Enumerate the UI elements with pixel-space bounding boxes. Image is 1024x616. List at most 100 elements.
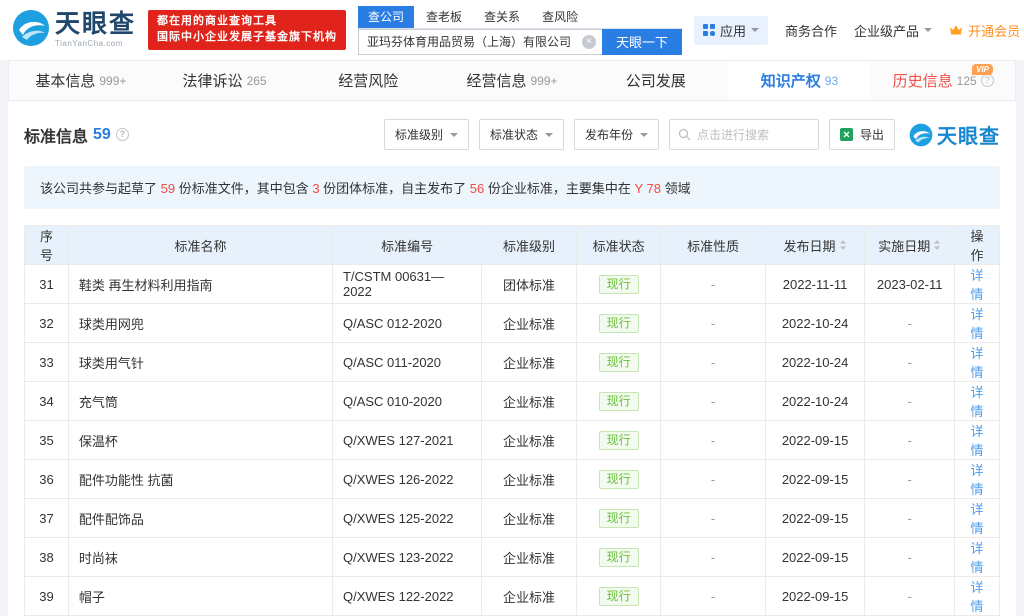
grid-icon <box>703 24 715 36</box>
tab-label: 基本信息 <box>35 70 95 91</box>
sort-icon <box>839 239 847 251</box>
table-row: 33球类用气针Q/ASC 011-2020企业标准现行-2022-10-24-详… <box>25 343 1000 382</box>
tab-经营风险[interactable]: 经营风险 <box>296 61 440 100</box>
tab-知识产权[interactable]: 知识产权93 <box>728 61 872 100</box>
promo-line1: 都在用的商业查询工具 <box>157 14 337 30</box>
status-badge: 现行 <box>599 509 639 528</box>
chevron-down-icon <box>640 133 648 141</box>
tianyancha-logo[interactable]: 天眼查 TianYanCha.com <box>12 9 136 52</box>
cell-no: 36 <box>25 460 69 499</box>
chevron-down-icon <box>450 133 458 141</box>
notice-text: 份标准文件，其中包含 <box>175 181 312 196</box>
header-label: 实施日期 <box>878 236 930 255</box>
standards-panel: 标准信息 59 ? 标准级别标准状态发布年份点击进行搜索导出天眼查 该公司共参与… <box>8 101 1016 616</box>
tab-label: 法律诉讼 <box>183 70 243 91</box>
detail-link[interactable]: 详情 <box>971 268 984 302</box>
cell-action: 详情 <box>955 265 1000 304</box>
cell-status: 现行 <box>576 421 661 460</box>
cell-code: Q/XWES 126-2022 <box>332 460 481 499</box>
search-tab-查老板[interactable]: 查老板 <box>416 6 472 28</box>
tab-经营信息[interactable]: 经营信息999+ <box>440 61 584 100</box>
cell-name: 配件功能性 抗菌 <box>68 460 332 499</box>
nav-item-企业级产品[interactable]: 企业级产品 <box>854 21 932 40</box>
search-tab-查公司[interactable]: 查公司 <box>358 6 414 28</box>
detail-link[interactable]: 详情 <box>971 580 984 614</box>
cell-status: 现行 <box>576 304 661 343</box>
cell-pub-date: 2022-09-15 <box>765 499 865 538</box>
tab-count: 999+ <box>99 74 126 88</box>
tab-公司发展[interactable]: 公司发展 <box>584 61 728 100</box>
search-tab-查风险[interactable]: 查风险 <box>532 6 588 28</box>
status-badge: 现行 <box>599 548 639 567</box>
cell-no: 31 <box>25 265 69 304</box>
company-search-input[interactable] <box>358 29 602 55</box>
detail-link[interactable]: 详情 <box>971 424 984 458</box>
detail-link[interactable]: 详情 <box>971 502 984 536</box>
help-icon[interactable]: ? <box>116 128 129 141</box>
cell-no: 32 <box>25 304 69 343</box>
cell-level: 企业标准 <box>482 343 576 382</box>
col-header-标准状态: 标准状态 <box>576 226 661 265</box>
cell-impl-date: - <box>865 538 955 577</box>
cell-impl-date: - <box>865 343 955 382</box>
cell-code: T/CSTM 00631—2022 <box>332 265 481 304</box>
cell-name: 球类用网兜 <box>68 304 332 343</box>
detail-link[interactable]: 详情 <box>971 541 984 575</box>
nav-label: 应用 <box>720 21 746 40</box>
summary-notice: 该公司共参与起草了 59 份标准文件，其中包含 3 份团体标准，自主发布了 56… <box>24 166 1000 209</box>
tab-count: 265 <box>247 74 267 88</box>
nav-item-商务合作[interactable]: 商务合作 <box>785 21 837 40</box>
col-header-标准性质: 标准性质 <box>661 226 765 265</box>
export-button[interactable]: 导出 <box>829 119 895 150</box>
tab-count: 93 <box>825 74 838 88</box>
notice-text: 份团体标准，自主发布了 <box>320 181 470 196</box>
col-header-标准编号: 标准编号 <box>332 226 481 265</box>
cell-no: 34 <box>25 382 69 421</box>
cell-pub-date: 2022-09-15 <box>765 421 865 460</box>
chevron-down-icon <box>545 133 553 141</box>
search-button[interactable]: 天眼一下 <box>602 29 682 55</box>
notice-highlight: 59 <box>161 181 175 196</box>
cell-nature: - <box>661 538 765 577</box>
tianyancha-logo-icon <box>12 9 50 52</box>
status-badge: 现行 <box>599 314 639 333</box>
cell-nature: - <box>661 499 765 538</box>
detail-link[interactable]: 详情 <box>971 385 984 419</box>
col-header-发布日期[interactable]: 发布日期 <box>765 226 865 265</box>
cell-code: Q/ASC 010-2020 <box>332 382 481 421</box>
nav-item-开通会员[interactable]: 开通会员 <box>949 21 1024 40</box>
sort-icon <box>933 239 941 251</box>
nav-label: 商务合作 <box>785 21 837 40</box>
tab-法律诉讼[interactable]: 法律诉讼 265 <box>153 61 297 100</box>
detail-link[interactable]: 详情 <box>971 307 984 341</box>
top-header: 天眼查 TianYanCha.com 都在用的商业查询工具 国际中小企业发展子基… <box>0 0 1024 60</box>
search-tab-查关系[interactable]: 查关系 <box>474 6 530 28</box>
filter-发布年份[interactable]: 发布年份 <box>574 119 659 150</box>
col-header-实施日期[interactable]: 实施日期 <box>865 226 955 265</box>
cell-action: 详情 <box>955 538 1000 577</box>
table-row: 31鞋类 再生材料利用指南T/CSTM 00631—2022团体标准现行-202… <box>25 265 1000 304</box>
detail-link[interactable]: 详情 <box>971 346 984 380</box>
tab-基本信息[interactable]: 基本信息 999+ <box>9 61 153 100</box>
nav-item-应用[interactable]: 应用 <box>694 16 768 45</box>
tab-label: 历史信息 <box>893 70 953 91</box>
cell-name: 鞋类 再生材料利用指南 <box>68 265 332 304</box>
filter-标准级别[interactable]: 标准级别 <box>384 119 469 150</box>
cell-name: 球类用气针 <box>68 343 332 382</box>
cell-impl-date: - <box>865 577 955 616</box>
chevron-down-icon <box>751 28 759 36</box>
tab-历史信息[interactable]: 历史信息125?VIP <box>871 61 1015 100</box>
cell-level: 企业标准 <box>482 538 576 577</box>
cell-status: 现行 <box>576 460 661 499</box>
cell-status: 现行 <box>576 265 661 304</box>
clear-icon[interactable]: × <box>582 35 596 49</box>
cell-level: 企业标准 <box>482 499 576 538</box>
cell-name: 充气筒 <box>68 382 332 421</box>
detail-link[interactable]: 详情 <box>971 463 984 497</box>
filter-标准状态[interactable]: 标准状态 <box>479 119 564 150</box>
cell-status: 现行 <box>576 577 661 616</box>
help-icon[interactable]: ? <box>981 74 994 87</box>
table-search-input[interactable]: 点击进行搜索 <box>669 119 819 150</box>
company-tab-bar: 基本信息999+法律诉讼265经营风险经营信息999+公司发展知识产权93历史信… <box>8 60 1016 101</box>
table-row: 39帽子Q/XWES 122-2022企业标准现行-2022-09-15-详情 <box>25 577 1000 616</box>
